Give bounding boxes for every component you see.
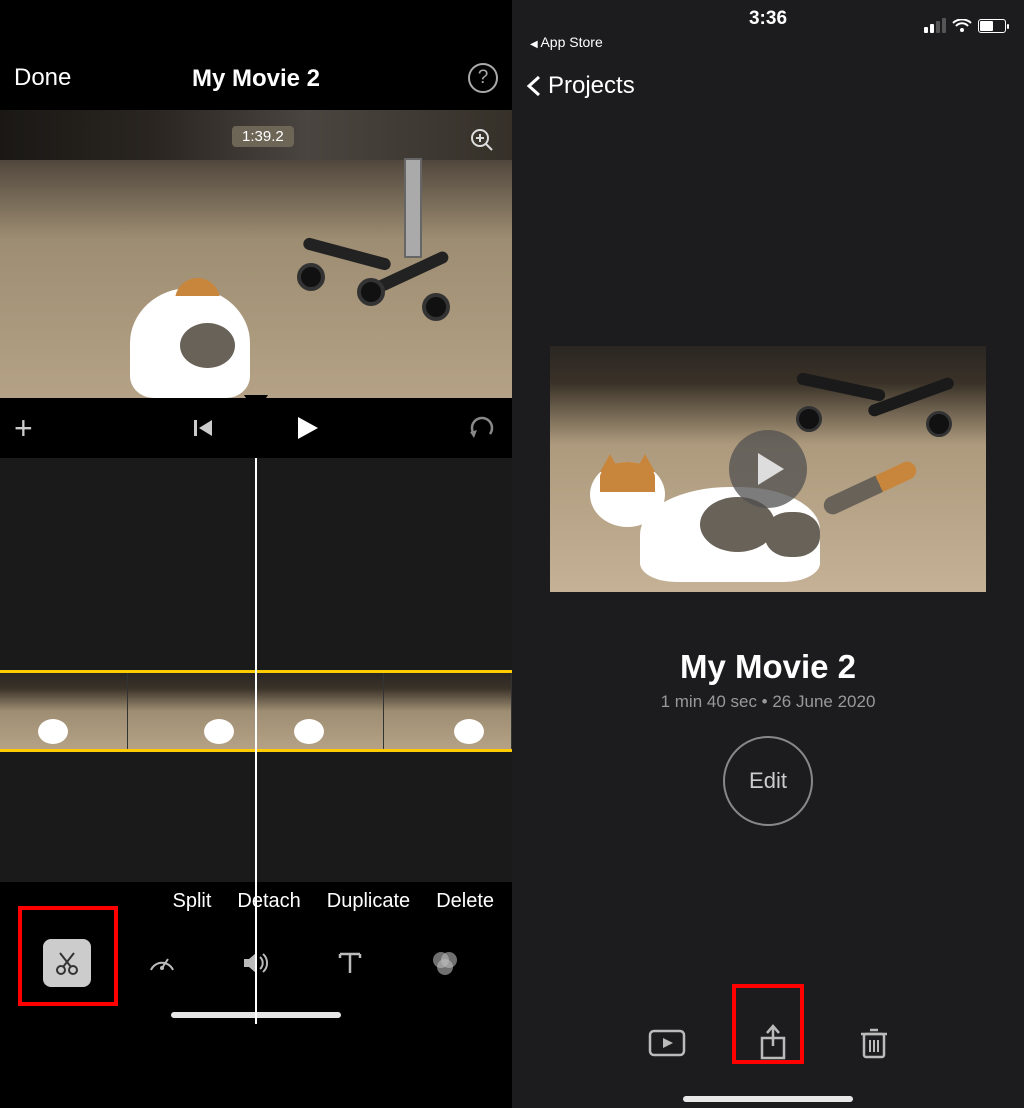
status-bar: 3:36 App Store — [512, 0, 1024, 56]
status-icons — [924, 18, 1006, 33]
edit-button[interactable]: Edit — [723, 736, 813, 826]
duplicate-button[interactable]: Duplicate — [327, 890, 410, 913]
done-button[interactable]: Done — [14, 64, 71, 92]
project-thumbnail[interactable] — [550, 346, 986, 592]
undo-button[interactable] — [468, 416, 496, 440]
video-preview[interactable]: 1:39.2 — [0, 110, 512, 398]
project-name: My Movie 2 — [512, 648, 1024, 686]
split-button[interactable]: Split — [173, 890, 212, 913]
play-button[interactable] — [294, 415, 320, 441]
zoom-preview-button[interactable] — [468, 126, 496, 154]
back-to-app[interactable]: App Store — [530, 34, 603, 50]
projects-pane: 3:36 App Store Projects My Movie 2 1 min… — [512, 0, 1024, 1108]
cut-tool-button[interactable] — [43, 939, 91, 987]
playhead-line — [255, 458, 257, 1024]
battery-icon — [978, 19, 1006, 33]
playhead-marker — [244, 395, 268, 413]
projects-nav[interactable]: Projects — [512, 56, 1024, 116]
add-media-button[interactable]: + — [14, 410, 33, 447]
wifi-icon — [952, 19, 972, 33]
titles-tool-button[interactable] — [326, 939, 374, 987]
delete-button[interactable]: Delete — [436, 890, 494, 913]
help-button[interactable]: ? — [468, 63, 498, 93]
projects-label: Projects — [548, 72, 635, 100]
speed-tool-button[interactable] — [138, 939, 186, 987]
filters-tool-button[interactable] — [421, 939, 469, 987]
project-title: My Movie 2 — [192, 65, 320, 93]
skip-back-button[interactable] — [192, 417, 214, 439]
timeline[interactable]: Split Detach Duplicate Delete — [0, 458, 512, 1024]
play-project-button[interactable] — [647, 1028, 687, 1058]
share-button[interactable] — [757, 1024, 789, 1062]
delete-project-button[interactable] — [859, 1026, 889, 1060]
timecode-label: 1:39.2 — [232, 126, 294, 147]
play-icon — [758, 453, 784, 485]
editor-nav: Done My Movie 2 ? — [0, 0, 512, 110]
project-metadata: 1 min 40 sec • 26 June 2020 — [512, 692, 1024, 712]
chevron-back-icon — [526, 74, 542, 98]
bottom-toolbar — [512, 978, 1024, 1108]
home-indicator[interactable] — [683, 1096, 853, 1102]
signal-icon — [924, 18, 946, 33]
play-overlay-button[interactable] — [729, 430, 807, 508]
detach-button[interactable]: Detach — [237, 890, 300, 913]
editor-pane: Done My Movie 2 ? 1:39.2 + — [0, 0, 512, 1108]
